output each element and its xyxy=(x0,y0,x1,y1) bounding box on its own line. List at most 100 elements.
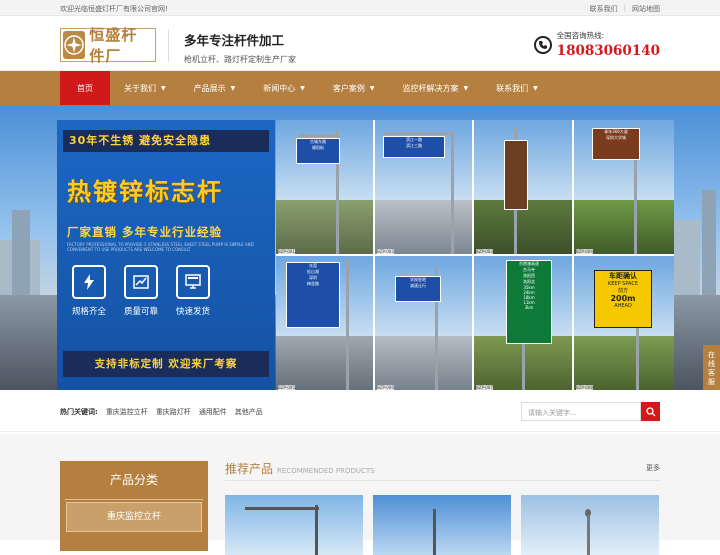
logo-mark-icon xyxy=(63,31,86,59)
logo-text: 恒盛杆件厂 xyxy=(89,26,138,65)
keyword-link[interactable]: 其他产品 xyxy=(235,407,263,417)
topbar-links: 联系我们 | 网站地图 xyxy=(590,4,660,14)
nav-item-home[interactable]: 首页 xyxy=(60,71,110,105)
sign-text: 200m xyxy=(610,294,636,303)
photo-tile: 古城东路 顺阳街 BZP-001 xyxy=(276,120,373,254)
feature-quality: 质量可靠 xyxy=(111,265,171,317)
nav-label: 监控杆解决方案 xyxy=(402,83,459,93)
more-link[interactable]: 更多 xyxy=(646,463,660,473)
nav-label: 客户案例 xyxy=(332,83,365,93)
product-thumbnail[interactable] xyxy=(225,495,363,555)
photo-caption: BZP-003 xyxy=(476,249,493,254)
photo-caption: BZP-004 xyxy=(576,249,593,254)
hot-keywords-bar: 热门关键词: 重庆监控立杆 重庆路灯杆 通用配件 其他产品 请输入关键字... xyxy=(0,390,720,432)
road-sign xyxy=(504,140,528,210)
chevron-down-icon: ▼ xyxy=(463,84,469,92)
nav-item-cases[interactable]: 客户案例 ▼ xyxy=(319,71,389,105)
promo-panel: 30年不生锈 避免安全隐患 热镀锌标志杆 厂家直销 多年专业行业经验 FACTO… xyxy=(57,120,275,390)
divider xyxy=(225,480,660,481)
divider xyxy=(65,499,203,500)
photo-tile: BZP-003 xyxy=(474,120,572,254)
road-sign: 车距确认 KEEP SPACE 前方 200m AHEAD xyxy=(594,270,652,328)
promo-tagline: 30年不生锈 避免安全隐患 xyxy=(63,130,269,152)
promo-subline: 厂家直销 多年专业行业经验 xyxy=(67,225,223,239)
logo[interactable]: 恒盛杆件厂 xyxy=(60,26,156,65)
products-section: 产品分类 重庆监控立杆 推荐产品 RECOMMENDED PRODUCTS 更多 xyxy=(0,434,720,555)
product-photo-grid: 古城东路 顺阳街 BZP-001 滨江一路 滨江三路 BZP-002 BZP-0… xyxy=(276,120,674,390)
phone-icon xyxy=(533,35,552,54)
monitor-icon xyxy=(176,265,210,299)
chevron-down-icon: ▼ xyxy=(369,84,375,92)
sign-text: AHEAD xyxy=(614,303,632,309)
recommended-title: 推荐产品 xyxy=(225,462,274,476)
photo-tile: 车距确认 KEEP SPACE 前方 200m AHEAD BZP-008 xyxy=(574,256,674,390)
chart-icon xyxy=(124,265,158,299)
recommended-subtitle: RECOMMENDED PRODUCTS xyxy=(277,467,375,475)
feature-label: 质量可靠 xyxy=(123,307,158,317)
city-building xyxy=(670,220,700,300)
feature-label: 快速发货 xyxy=(175,307,210,317)
photo-tile: 滨江一路 滨江三路 BZP-002 xyxy=(375,120,472,254)
search-button[interactable] xyxy=(641,402,660,421)
sitemap-link[interactable]: 网站地图 xyxy=(632,4,660,14)
slogan-subtitle: 枪机立杆、路灯杆定制生产厂家 xyxy=(184,55,296,64)
road-sign: 京港澳高速 台马寺 洛阳西 洛阳北 35km 24km 18km 11km 3k… xyxy=(506,260,552,344)
promo-fine-print: FACTORY PROFESSIONAL TO PROVIDE 5 STAINL… xyxy=(67,242,254,252)
sign-text: 深圳大学城 xyxy=(606,135,626,140)
promo-headline: 热镀锌标志杆 xyxy=(67,178,223,206)
search-box: 请输入关键字... xyxy=(521,402,660,421)
topbar: 欢迎光临恒盛灯杆厂有限公司官网! 联系我们 | 网站地图 xyxy=(0,0,720,16)
sign-text: 滨江三路 xyxy=(406,143,422,148)
nav-item-solutions[interactable]: 监控杆解决方案 ▼ xyxy=(389,71,483,105)
category-title: 产品分类 xyxy=(109,473,158,487)
product-thumbnail[interactable] xyxy=(373,495,511,555)
feature-specs: 规格齐全 xyxy=(59,265,119,317)
keyword-link[interactable]: 重庆监控立杆 xyxy=(106,407,148,417)
photo-tile: 青年366大道 深圳大学城 BZP-004 xyxy=(574,120,674,254)
feature-label: 规格齐全 xyxy=(71,307,106,317)
nav-item-products[interactable]: 产品展示 ▼ xyxy=(180,71,250,105)
main-nav: 首页 关于我们 ▼ 产品展示 ▼ 新闻中心 ▼ 客户案例 ▼ 监控杆解决方案 ▼ 联系我们… xyxy=(0,71,720,105)
keyword-list: 热门关键词: 重庆监控立杆 重庆路灯杆 通用配件 其他产品 xyxy=(60,407,263,417)
side-tab-label: 在线客服 xyxy=(708,351,715,386)
hotline-label: 全国咨询热线: xyxy=(556,31,605,40)
city-building xyxy=(12,210,30,300)
road-sign: 古城东路 顺阳街 xyxy=(296,138,340,164)
promo-bottom-banner: 支持非标定制 欢迎来厂考察 xyxy=(63,351,269,377)
nav-label: 首页 xyxy=(77,83,93,93)
nav-item-about[interactable]: 关于我们 ▼ xyxy=(110,71,180,105)
hero-banner[interactable]: 30年不生锈 避免安全隐患 热镀锌标志杆 厂家直销 多年专业行业经验 FACTO… xyxy=(0,105,720,390)
nav-label: 新闻中心 xyxy=(263,83,296,93)
photo-tile: 东莞 松山湖 深圳 梅坐路 BZP-005 xyxy=(276,256,373,390)
contact-us-link[interactable]: 联系我们 xyxy=(590,4,618,14)
sign-text: 3km xyxy=(524,305,534,310)
slogan-title: 多年专注杆件加工 xyxy=(184,33,285,48)
chevron-down-icon: ▼ xyxy=(230,84,236,92)
hotline-number[interactable]: 18083060140 xyxy=(557,43,660,59)
feature-shipping: 快速发货 xyxy=(163,265,223,317)
product-thumbnail[interactable] xyxy=(521,495,659,555)
sign-text: 梅坐路 xyxy=(307,281,319,286)
keyword-link[interactable]: 通用配件 xyxy=(199,407,227,417)
search-input[interactable]: 请输入关键字... xyxy=(521,402,641,421)
search-icon xyxy=(645,406,655,416)
chevron-down-icon: ▼ xyxy=(161,84,166,92)
recommended-heading: 推荐产品 RECOMMENDED PRODUCTS xyxy=(225,460,375,477)
keywords-label: 热门关键词: xyxy=(60,408,98,416)
sign-text: 减速让行 xyxy=(410,283,426,288)
nav-item-contact[interactable]: 联系我们 ▼ xyxy=(482,71,552,105)
online-service-tab[interactable]: 在线客服 « xyxy=(703,345,720,390)
photo-caption: BZP-001 xyxy=(278,249,295,254)
city-building xyxy=(702,190,716,300)
sign-text: 顺阳街 xyxy=(312,145,324,150)
divider: | xyxy=(623,4,626,12)
hotline: 全国咨询热线: 18083060140 xyxy=(533,30,660,59)
nav-label: 产品展示 xyxy=(193,83,226,93)
sign-text: 车距确认 xyxy=(609,272,637,280)
photo-caption: BZP-002 xyxy=(377,249,394,254)
nav-label: 关于我们 xyxy=(124,83,156,93)
photo-tile: 京港澳高速 台马寺 洛阳西 洛阳北 35km 24km 18km 11km 3k… xyxy=(474,256,572,390)
keyword-link[interactable]: 重庆路灯杆 xyxy=(156,407,191,417)
nav-item-news[interactable]: 新闻中心 ▼ xyxy=(249,71,319,105)
category-item[interactable]: 重庆监控立杆 xyxy=(66,502,202,532)
